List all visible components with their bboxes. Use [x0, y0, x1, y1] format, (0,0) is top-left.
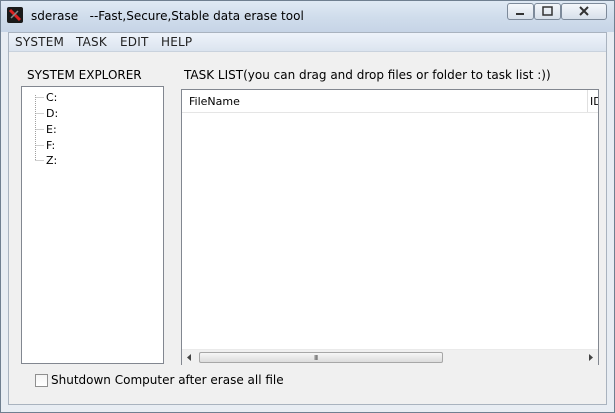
menu-edit[interactable]: EDIT [120, 35, 149, 49]
system-explorer-label: SYSTEM EXPLORER [27, 68, 142, 82]
menu-system[interactable]: SYSTEM [15, 35, 64, 49]
task-list[interactable]: FileName ID III [181, 89, 599, 365]
maximize-button[interactable] [534, 3, 561, 20]
title-bar[interactable]: sderase --Fast,Secure,Stable data erase … [1, 1, 614, 32]
scrollbar-thumb[interactable]: III [199, 352, 443, 363]
menu-bar: SYSTEM TASK EDIT HELP [9, 33, 606, 52]
scroll-right-button[interactable] [583, 350, 598, 365]
tree-item-drive-z[interactable]: Z: [46, 154, 57, 167]
column-divider[interactable] [587, 90, 588, 112]
column-header-filename[interactable]: FileName [189, 95, 240, 108]
task-list-label: TASK LIST(you can drag and drop files or… [184, 68, 551, 82]
tree-item-drive-e[interactable]: E: [46, 123, 57, 136]
tree-item-drive-d[interactable]: D: [46, 107, 58, 120]
client-area: SYSTEM TASK EDIT HELP SYSTEM EXPLORER C:… [8, 32, 607, 405]
task-list-header: FileName ID [182, 90, 598, 113]
scrollbar-grip: III [314, 354, 318, 362]
scroll-right-icon [589, 354, 593, 361]
sderase-app-icon[interactable] [7, 7, 23, 23]
close-button[interactable] [561, 3, 607, 20]
scroll-left-icon [187, 354, 191, 361]
app-window: sderase --Fast,Secure,Stable data erase … [0, 0, 615, 413]
maximize-icon [542, 6, 553, 16]
minimize-icon [516, 13, 524, 15]
system-explorer-tree[interactable]: C: D: E: F: Z: [21, 86, 164, 364]
shutdown-checkbox[interactable] [35, 374, 48, 387]
shutdown-checkbox-label[interactable]: Shutdown Computer after erase all file [51, 373, 284, 387]
tree-item-drive-f[interactable]: F: [46, 139, 55, 152]
close-icon [579, 6, 589, 16]
horizontal-scrollbar[interactable]: III [182, 349, 598, 365]
menu-task[interactable]: TASK [76, 35, 107, 49]
window-title: sderase --Fast,Secure,Stable data erase … [31, 9, 304, 23]
tree-item-drive-c[interactable]: C: [46, 91, 57, 104]
menu-help[interactable]: HELP [161, 35, 192, 49]
scroll-left-button[interactable] [182, 350, 197, 365]
column-header-id[interactable]: ID [590, 95, 598, 108]
minimize-button[interactable] [507, 3, 534, 20]
